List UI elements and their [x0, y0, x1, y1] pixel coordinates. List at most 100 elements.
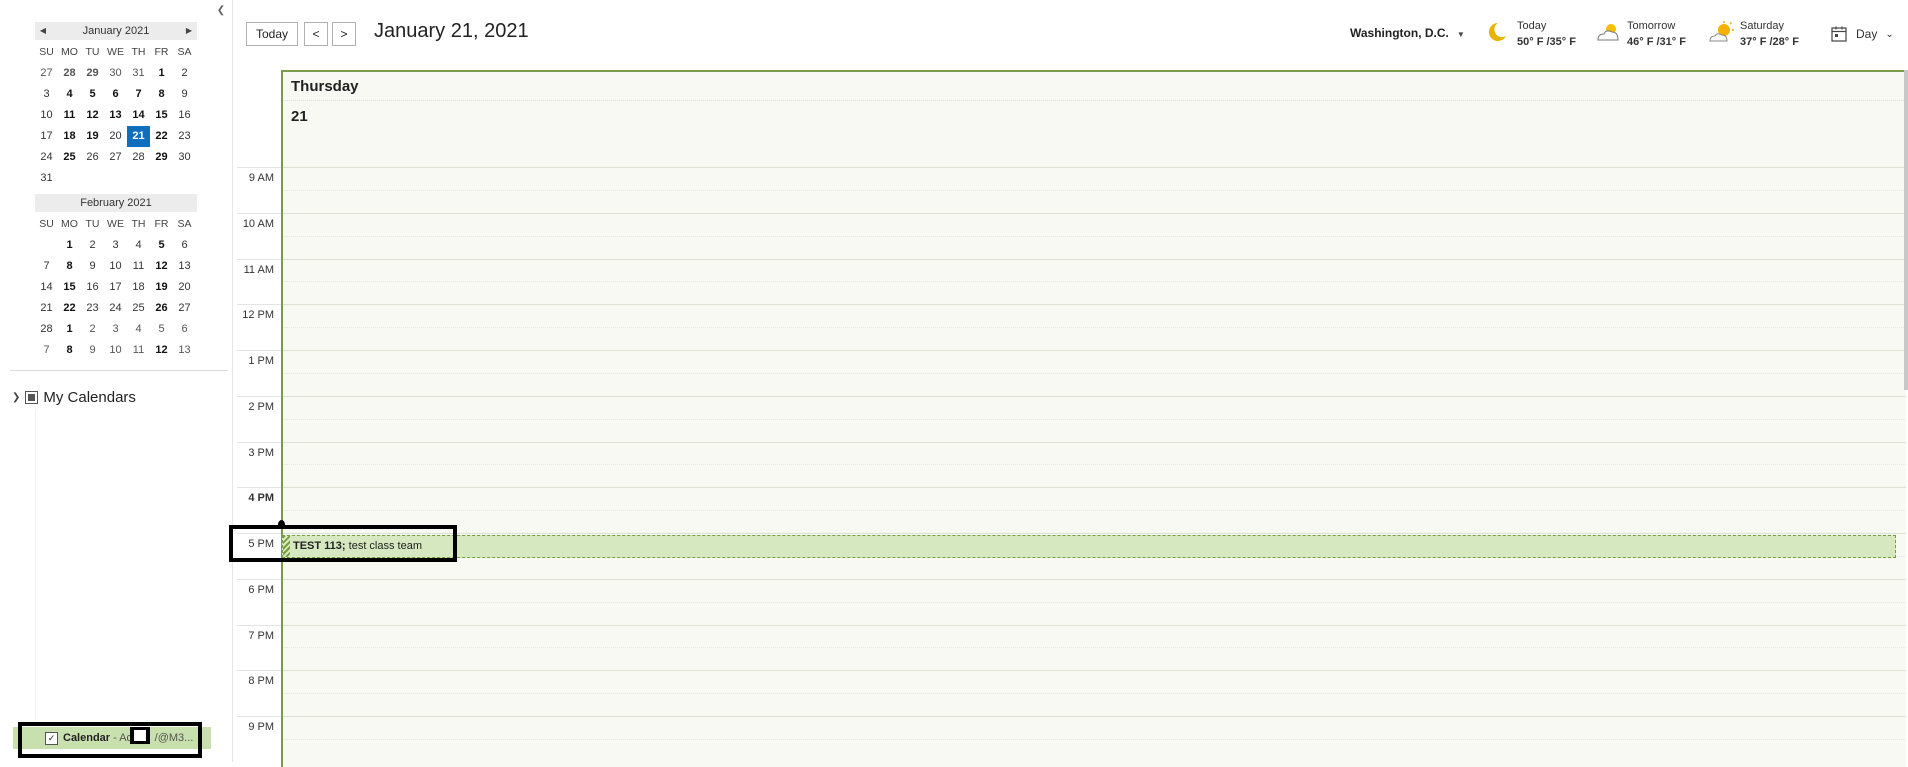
calendar-day[interactable]: 3 [104, 319, 127, 340]
calendar-day[interactable]: 22 [150, 126, 173, 147]
group-checkbox[interactable] [25, 391, 39, 404]
calendar-day[interactable]: 29 [81, 63, 104, 84]
previous-day-button[interactable]: < [304, 22, 328, 46]
calendar-day[interactable]: 11 [127, 256, 150, 277]
calendar-day[interactable]: 3 [35, 84, 58, 105]
calendar-day [173, 168, 196, 189]
calendar-day[interactable]: 4 [58, 84, 81, 105]
calendar-day[interactable]: 19 [150, 277, 173, 298]
calendar-day[interactable]: 25 [127, 298, 150, 319]
day-header[interactable]: Thursday 21 [281, 70, 1906, 169]
time-label: 10 AM [242, 217, 274, 230]
location-selector[interactable]: Washington, D.C. ▼ [1350, 26, 1465, 40]
calendar-day[interactable]: 22 [58, 298, 81, 319]
calendar-day[interactable]: 1 [150, 63, 173, 84]
calendar-day[interactable]: 4 [127, 319, 150, 340]
calendar-day[interactable]: 8 [58, 256, 81, 277]
minical-header: ◀ January 2021 ▶ [35, 22, 197, 40]
day-time-grid[interactable] [281, 167, 1906, 767]
calendar-day[interactable]: 13 [173, 340, 196, 361]
calendar-day[interactable]: 4 [127, 235, 150, 256]
calendar-day[interactable]: 25 [58, 147, 81, 168]
calendar-day[interactable]: 14 [127, 105, 150, 126]
prev-month-icon[interactable]: ◀ [35, 22, 51, 40]
next-month-icon[interactable]: ▶ [181, 22, 197, 40]
calendar-day[interactable]: 27 [104, 147, 127, 168]
calendar-day[interactable]: 10 [104, 256, 127, 277]
calendar-day[interactable]: 9 [81, 256, 104, 277]
calendar-day[interactable]: 6 [173, 235, 196, 256]
calendar-day[interactable]: 15 [150, 105, 173, 126]
my-calendars-group[interactable]: ❯ My Calendars [12, 389, 136, 406]
calendar-day[interactable]: 31 [127, 63, 150, 84]
calendar-day[interactable]: 23 [173, 126, 196, 147]
calendar-day[interactable]: 20 [104, 126, 127, 147]
calendar-day[interactable]: 29 [150, 147, 173, 168]
calendar-day[interactable]: 26 [150, 298, 173, 319]
calendar-day[interactable]: 17 [35, 126, 58, 147]
today-button[interactable]: Today [246, 22, 298, 46]
calendar-day[interactable]: 1 [58, 319, 81, 340]
calendar-day[interactable]: 9 [173, 84, 196, 105]
calendar-day[interactable]: 2 [81, 235, 104, 256]
calendar-day[interactable]: 10 [35, 105, 58, 126]
calendar-day[interactable]: 18 [127, 277, 150, 298]
vertical-scrollbar[interactable] [1904, 70, 1908, 390]
calendar-day[interactable]: 13 [173, 256, 196, 277]
calendar-day[interactable]: 16 [81, 277, 104, 298]
calendar-day[interactable]: 12 [81, 105, 104, 126]
calendar-day[interactable]: 27 [173, 298, 196, 319]
calendar-day[interactable]: 2 [173, 63, 196, 84]
calendar-day[interactable]: 12 [150, 340, 173, 361]
calendar-day[interactable]: 1 [58, 235, 81, 256]
collapse-pane-icon[interactable]: ❮ [214, 4, 228, 18]
half-hour-line [283, 601, 1906, 603]
calendar-day[interactable]: 11 [58, 105, 81, 126]
calendar-day[interactable]: 7 [127, 84, 150, 105]
hour-line [283, 212, 1906, 214]
time-ruler-line [237, 395, 281, 397]
calendar-day[interactable]: 5 [150, 319, 173, 340]
view-selector[interactable]: Day ⌄ [1830, 25, 1894, 43]
calendar-day[interactable]: 9 [81, 340, 104, 361]
calendar-day[interactable]: 11 [127, 340, 150, 361]
calendar-day[interactable]: 21 [127, 126, 150, 147]
calendar-day[interactable]: 30 [173, 147, 196, 168]
calendar-day[interactable]: 28 [58, 63, 81, 84]
calendar-day[interactable]: 20 [173, 277, 196, 298]
calendar-day[interactable]: 28 [127, 147, 150, 168]
next-day-button[interactable]: > [332, 22, 356, 46]
calendar-day[interactable]: 18 [58, 126, 81, 147]
calendar-day[interactable]: 19 [81, 126, 104, 147]
time-label: 8 PM [248, 675, 274, 688]
calendar-day[interactable]: 30 [104, 63, 127, 84]
calendar-day[interactable]: 28 [35, 319, 58, 340]
calendar-day[interactable]: 24 [104, 298, 127, 319]
chevron-down-icon[interactable]: ❯ [12, 392, 20, 403]
calendar-event[interactable]: TEST 113; test class team [282, 535, 1896, 558]
calendar-day[interactable]: 6 [104, 84, 127, 105]
calendar-day[interactable]: 26 [81, 147, 104, 168]
calendar-day[interactable]: 7 [35, 256, 58, 277]
calendar-day[interactable]: 8 [150, 84, 173, 105]
calendar-day[interactable]: 7 [35, 340, 58, 361]
calendar-day[interactable]: 6 [173, 319, 196, 340]
calendar-day[interactable]: 14 [35, 277, 58, 298]
calendar-day[interactable]: 16 [173, 105, 196, 126]
calendar-day[interactable]: 23 [81, 298, 104, 319]
calendar-day[interactable]: 2 [81, 319, 104, 340]
calendar-day[interactable]: 21 [35, 298, 58, 319]
calendar-day[interactable]: 27 [35, 63, 58, 84]
calendar-day[interactable]: 5 [81, 84, 104, 105]
calendar-day[interactable]: 8 [58, 340, 81, 361]
calendar-day[interactable]: 5 [150, 235, 173, 256]
hour-line [283, 578, 1906, 580]
calendar-day[interactable]: 24 [35, 147, 58, 168]
calendar-day[interactable]: 3 [104, 235, 127, 256]
calendar-day[interactable]: 13 [104, 105, 127, 126]
calendar-day[interactable]: 31 [35, 168, 58, 189]
calendar-day[interactable]: 15 [58, 277, 81, 298]
calendar-day[interactable]: 17 [104, 277, 127, 298]
calendar-day[interactable]: 10 [104, 340, 127, 361]
calendar-day[interactable]: 12 [150, 256, 173, 277]
